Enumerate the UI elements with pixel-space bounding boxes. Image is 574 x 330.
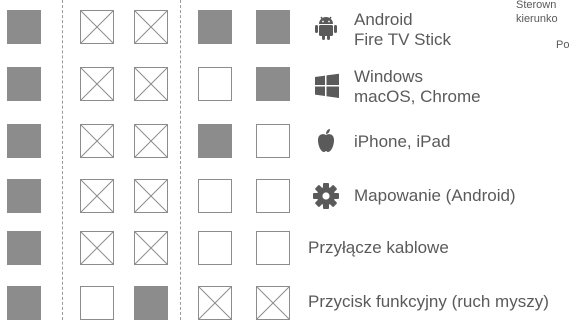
- row-label: Przyłącze kablowe: [308, 238, 449, 257]
- table-row: iPhone, iPad: [0, 124, 574, 168]
- cell-filled: [256, 67, 290, 101]
- cell-filled: [198, 124, 232, 158]
- table-row: Android Fire TV Stick: [0, 10, 574, 54]
- cell-empty: [256, 231, 290, 265]
- cell-crossed: [134, 67, 168, 101]
- gear-icon: [313, 183, 339, 209]
- cell-filled: [7, 231, 41, 265]
- cell-empty: [256, 124, 290, 158]
- cell-filled: [7, 179, 41, 213]
- cell-crossed: [80, 67, 114, 101]
- cell-crossed: [134, 124, 168, 158]
- cell-empty: [256, 179, 290, 213]
- cell-crossed: [80, 231, 114, 265]
- cell-filled: [7, 67, 41, 101]
- cell-crossed: [134, 10, 168, 44]
- table-row: Przycisk funkcyjny (ruch myszy): [0, 286, 574, 330]
- cell-crossed: [80, 179, 114, 213]
- cell-crossed: [198, 286, 232, 320]
- windows-icon: [315, 73, 339, 98]
- table-row: Mapowanie (Android): [0, 179, 574, 223]
- corner-note: Sterown kierunko: [516, 0, 558, 25]
- table-row: Przyłącze kablowe: [0, 231, 574, 275]
- cell-crossed: [134, 179, 168, 213]
- cell-filled: [256, 10, 290, 44]
- cell-empty: [80, 286, 114, 320]
- cell-filled: [198, 10, 232, 44]
- row-label: iPhone, iPad: [354, 132, 451, 151]
- row-label: Przycisk funkcyjny (ruch myszy): [308, 292, 549, 311]
- cell-empty: [198, 179, 232, 213]
- cell-empty: [198, 231, 232, 265]
- corner-note-sub: Po: [556, 39, 570, 51]
- row-label: Android Fire TV Stick: [354, 10, 451, 49]
- cell-filled: [7, 286, 41, 320]
- android-icon: [315, 16, 337, 40]
- cell-crossed: [80, 124, 114, 158]
- cell-crossed: [256, 286, 290, 320]
- cell-crossed: [134, 231, 168, 265]
- cell-empty: [198, 67, 232, 101]
- apple-icon: [318, 129, 334, 152]
- cell-crossed: [80, 10, 114, 44]
- table-row: Windows macOS, Chrome: [0, 67, 574, 111]
- row-label: Mapowanie (Android): [354, 186, 516, 205]
- cell-filled: [7, 10, 41, 44]
- cell-filled: [134, 286, 168, 320]
- button-map-table: Android Fire TV Stick Windows macOS, Chr…: [0, 0, 574, 320]
- cell-filled: [7, 124, 41, 158]
- row-label: Windows macOS, Chrome: [354, 67, 481, 106]
